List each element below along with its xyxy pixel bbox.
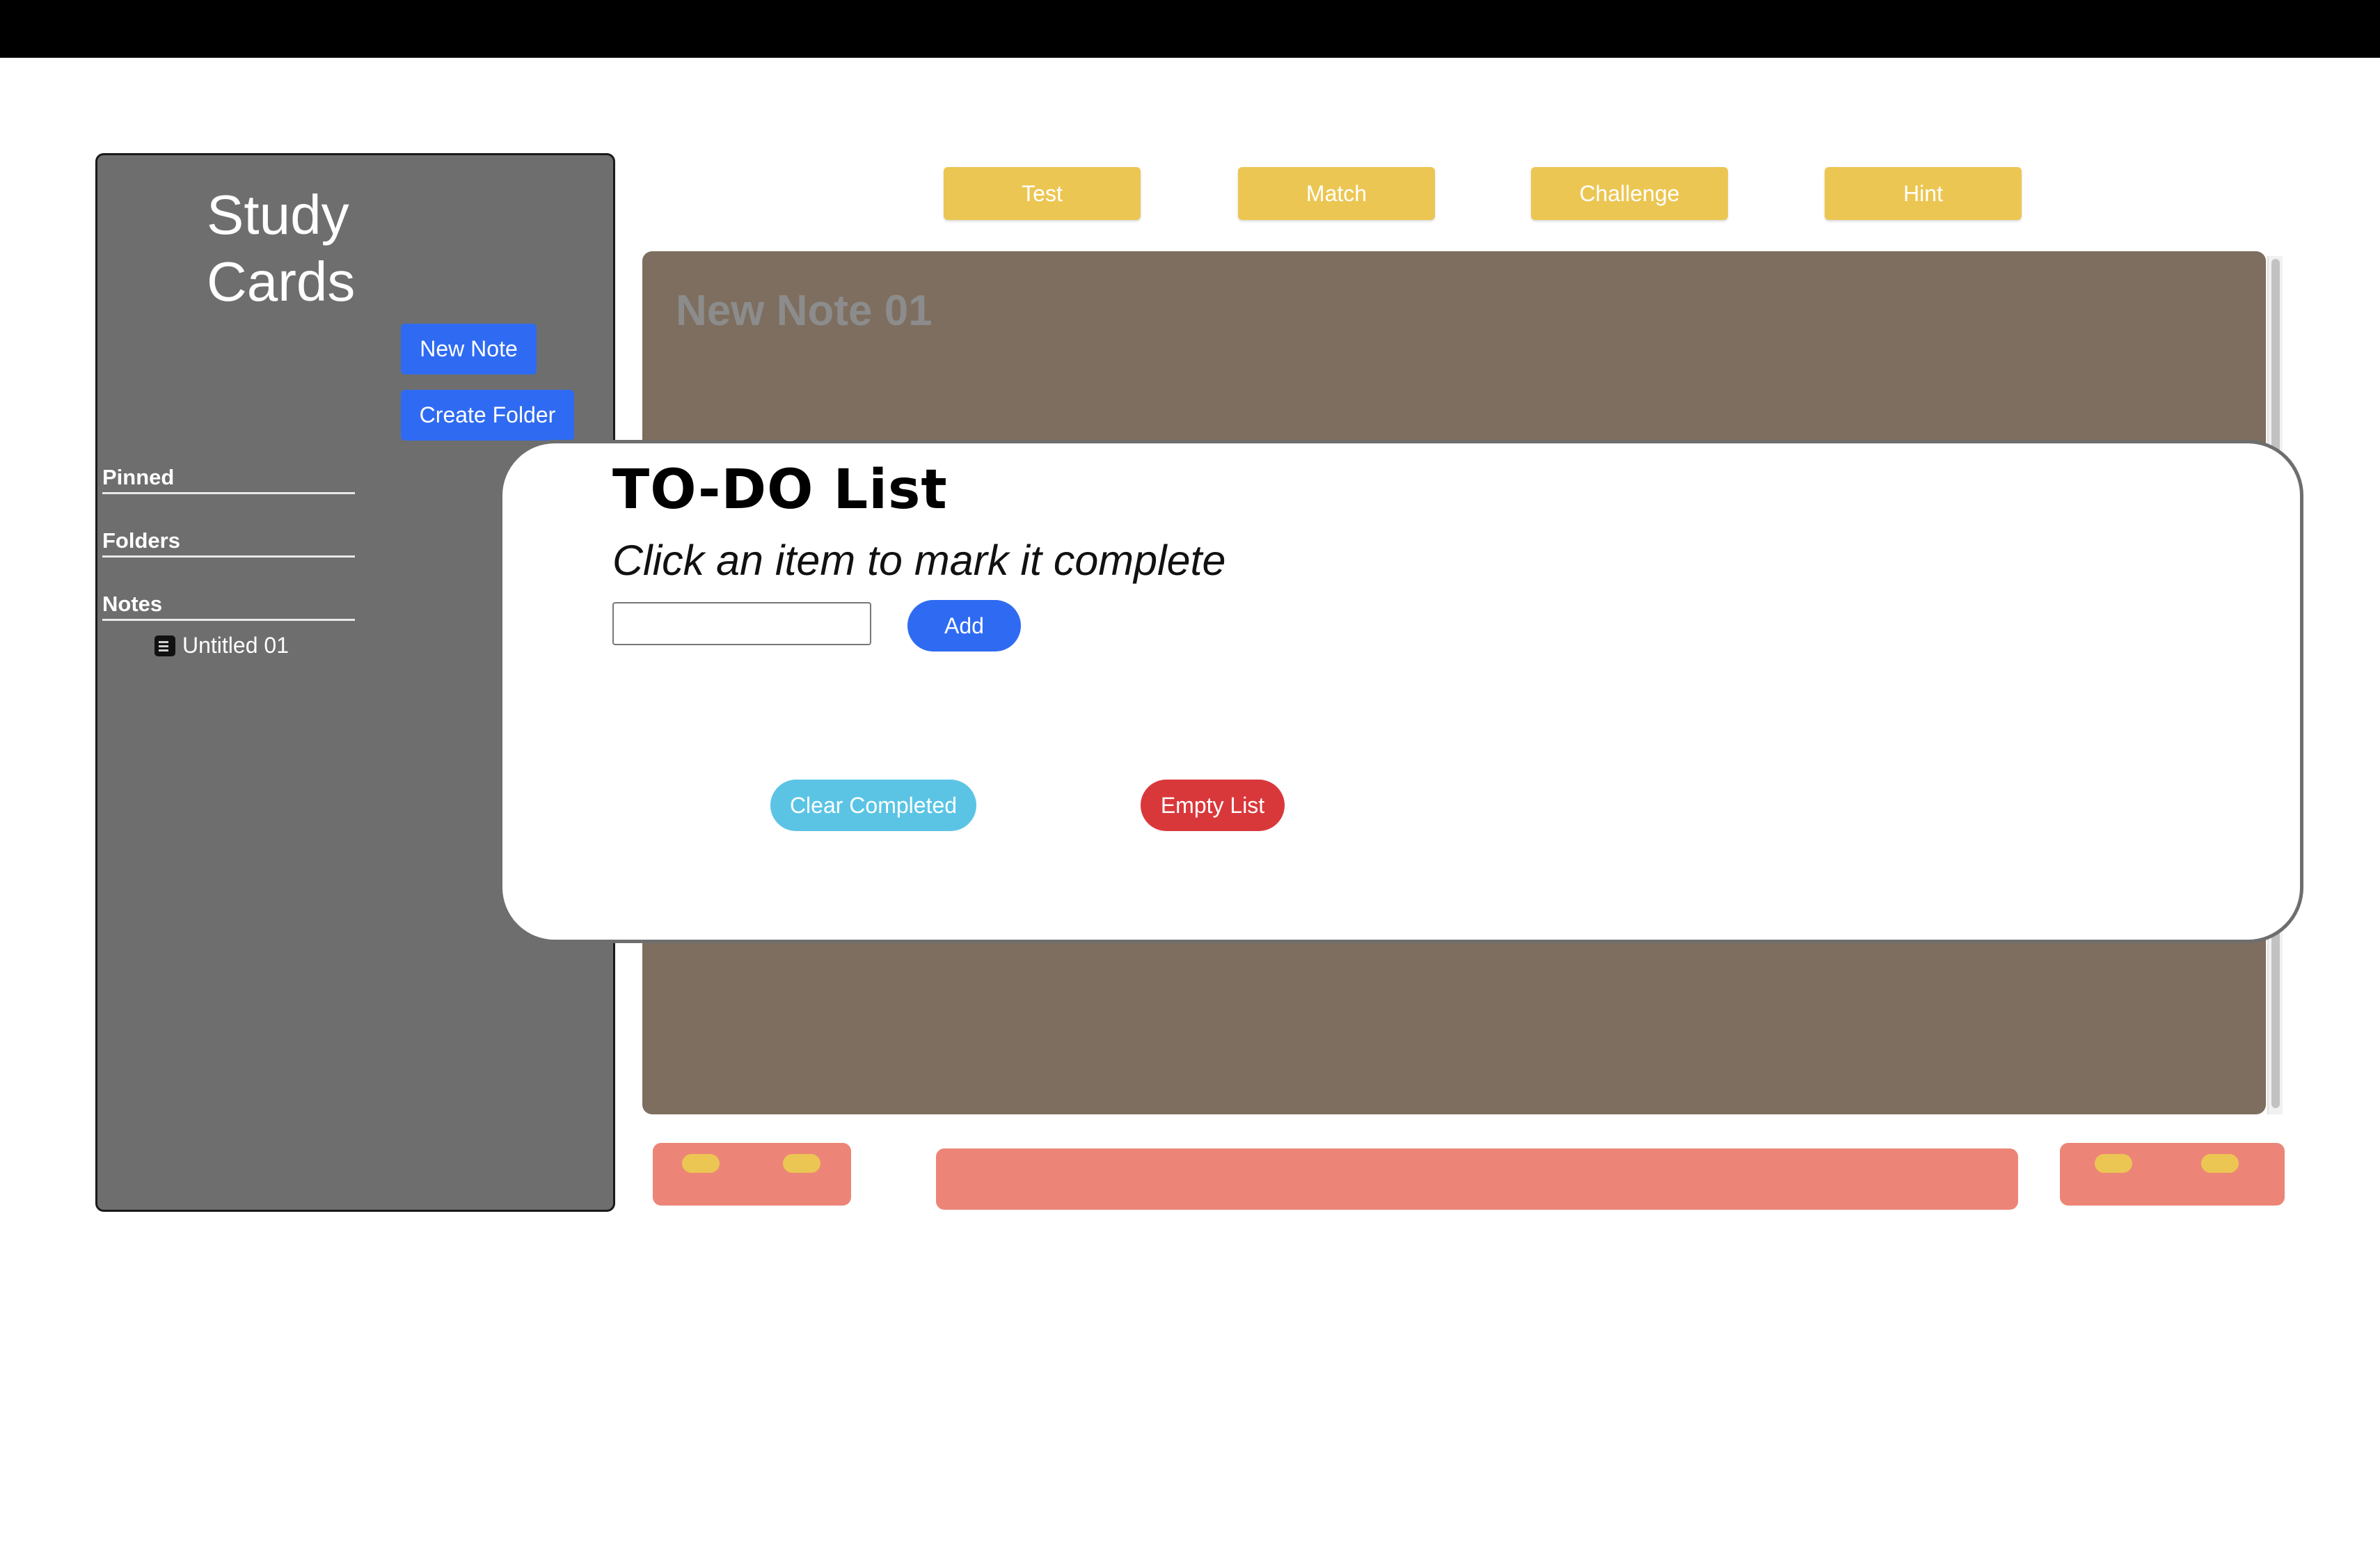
app-title: Study Cards [207,184,356,313]
folders-section-heading: Folders [102,528,355,558]
empty-list-button[interactable]: Empty List [1141,780,1285,831]
test-button[interactable]: Test [944,167,1141,220]
note-item-label: Untitled 01 [182,633,289,658]
clear-completed-button[interactable]: Clear Completed [770,780,976,831]
new-note-button[interactable]: New Note [401,324,537,374]
pinned-section-heading: Pinned [102,464,355,494]
footer-right-control-2[interactable] [2201,1154,2239,1173]
add-todo-button[interactable]: Add [907,600,1021,651]
note-title-placeholder[interactable]: New Note 01 [676,286,933,335]
note-item-untitled-01[interactable]: Untitled 01 [154,633,289,658]
match-button[interactable]: Match [1238,167,1435,220]
footer-center-bar [936,1148,2018,1210]
footer-left-panel [653,1143,851,1206]
todo-list-modal: TO-DO List Click an item to mark it comp… [499,440,2303,943]
top-bar [0,0,2380,58]
create-folder-button[interactable]: Create Folder [401,390,574,441]
todo-title: TO-DO List [612,459,948,521]
hint-button[interactable]: Hint [1825,167,2022,220]
footer-right-panel [2060,1143,2285,1206]
footer-left-control-2[interactable] [783,1154,820,1173]
note-icon [154,635,175,656]
footer-left-control-1[interactable] [682,1154,720,1173]
todo-subtitle: Click an item to mark it complete [612,537,1226,584]
challenge-button[interactable]: Challenge [1531,167,1728,220]
footer-right-control-1[interactable] [2095,1154,2132,1173]
notes-section-heading: Notes [102,591,355,621]
todo-input[interactable] [612,602,871,645]
